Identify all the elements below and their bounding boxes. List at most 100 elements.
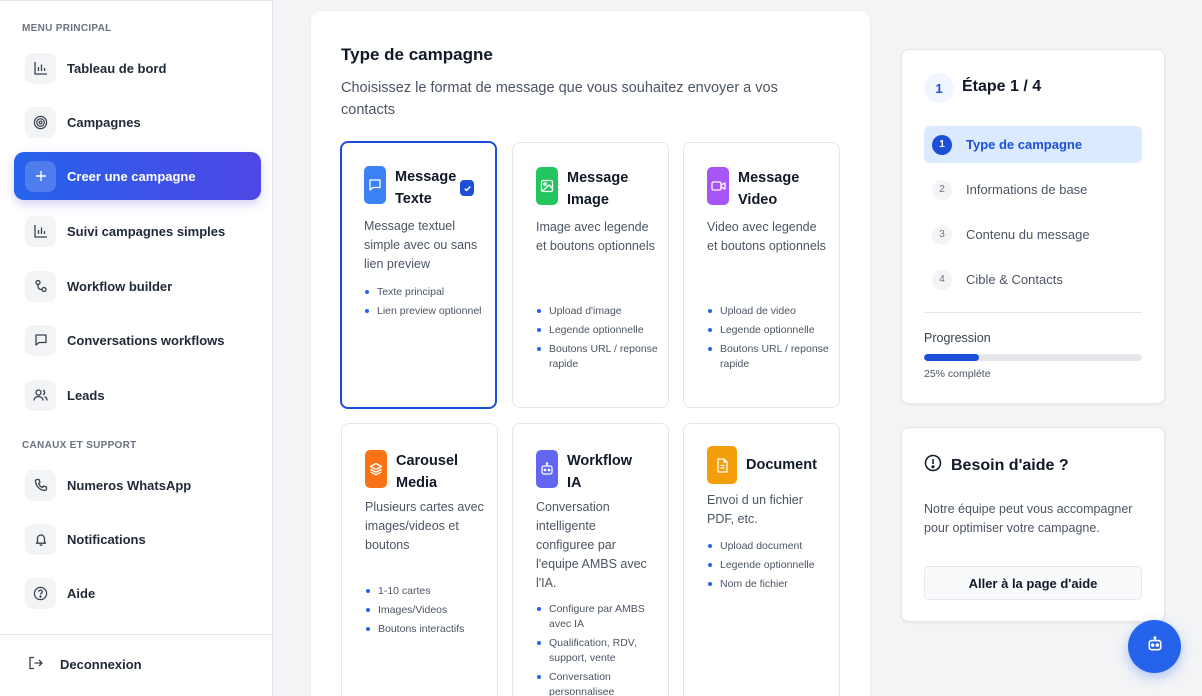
- section-label-main: MENU PRINCIPAL: [22, 23, 112, 34]
- progress-text: 25% compléte: [924, 368, 991, 380]
- bar-chart-icon: [25, 215, 56, 247]
- sidebar-item-label: Aide: [67, 585, 96, 601]
- feature-item: Nom de fichier: [707, 577, 829, 592]
- help-page-button[interactable]: Aller à la page d'aide: [924, 566, 1142, 600]
- file-icon: [707, 446, 737, 484]
- target-icon: [25, 106, 56, 138]
- feature-item: 1-10 cartes: [365, 584, 487, 599]
- feature-item: Texte principal: [364, 285, 485, 300]
- help-circle-icon: [25, 577, 56, 609]
- page-title: Type de campagne: [341, 45, 493, 64]
- option-description: Plusieurs cartes avec images/videos et b…: [365, 500, 484, 552]
- step-item-target-contacts[interactable]: 4 Cible & Contacts: [924, 261, 1142, 298]
- feature-item: Configure par AMBS avec IA: [536, 602, 658, 632]
- sidebar-item-conversations-workflows[interactable]: Conversations workflows: [14, 316, 261, 364]
- feature-item: Qualification, RDV, support, vente: [536, 636, 658, 666]
- option-features: Upload d'image Legende optionnelle Bouto…: [536, 304, 658, 376]
- sidebar-item-dashboard[interactable]: Tableau de bord: [14, 44, 261, 92]
- feature-item: Upload d'image: [536, 304, 658, 319]
- plus-icon: [25, 160, 56, 192]
- steps-title: Étape 1 / 4: [962, 78, 1042, 95]
- layers-icon: [365, 450, 387, 488]
- step-label: Cible & Contacts: [966, 272, 1063, 287]
- option-description: Video avec legende et boutons optionnels: [707, 220, 826, 253]
- sidebar-item-campaigns[interactable]: Campagnes: [14, 98, 261, 146]
- help-title: Besoin d'aide ?: [951, 456, 1069, 474]
- option-features: Upload de video Legende optionnelle Bout…: [707, 304, 829, 376]
- current-step-badge: 1: [924, 73, 954, 103]
- progress-fill: [924, 354, 979, 361]
- chat-icon: [364, 166, 386, 204]
- sidebar-item-simple-campaign-tracking[interactable]: Suivi campagnes simples: [14, 207, 261, 255]
- feature-item: Boutons interactifs: [365, 622, 487, 637]
- help-header: Besoin d'aide ?: [924, 454, 1069, 477]
- option-title: Carousel Media: [396, 453, 459, 491]
- step-label: Contenu du message: [966, 227, 1090, 242]
- option-features: Configure par AMBS avec IA Qualification…: [536, 602, 658, 696]
- sidebar-item-workflow-builder[interactable]: Workflow builder: [14, 262, 261, 310]
- sidebar-divider: [0, 634, 273, 635]
- help-text: Notre équipe peut vous accompagner pour …: [924, 502, 1133, 535]
- step-number: 2: [932, 179, 952, 200]
- phone-icon: [25, 469, 56, 501]
- steps-panel: 1 Étape 1 / 4 1 Type de campagne 2 Infor…: [901, 49, 1165, 404]
- feature-item: Upload de video: [707, 304, 829, 319]
- campaign-type-card: Type de campagne Choisissez le format de…: [311, 11, 870, 696]
- sidebar-item-create-campaign[interactable]: Creer une campagne: [14, 152, 261, 200]
- option-header: Message Video: [707, 167, 831, 211]
- option-header: Message Image: [536, 167, 660, 211]
- feature-item: Legende optionnelle: [707, 323, 829, 338]
- sidebar-item-label: Workflow builder: [67, 278, 173, 294]
- image-icon: [536, 167, 558, 205]
- option-message-image[interactable]: Message Image Image avec legende et bout…: [512, 142, 669, 408]
- sidebar-item-help[interactable]: Aide: [14, 569, 261, 617]
- sidebar-item-whatsapp-numbers[interactable]: Numeros WhatsApp: [14, 461, 261, 509]
- logout-button[interactable]: Deconnexion: [28, 656, 142, 673]
- page-subtitle: Choisissez le format de message que vous…: [341, 80, 778, 118]
- users-icon: [25, 379, 56, 411]
- video-icon: [707, 167, 729, 205]
- feature-item: Upload document: [707, 539, 829, 554]
- step-number: 1: [932, 134, 952, 155]
- progress-bar: [924, 354, 1142, 361]
- option-header: Carousel Media: [365, 450, 489, 494]
- option-message-video[interactable]: Message Video Video avec legende et bout…: [683, 142, 840, 408]
- option-features: Texte principal Lien preview optionnel: [364, 285, 485, 323]
- feature-item: Images/Videos: [365, 603, 487, 618]
- sidebar-item-leads[interactable]: Leads: [14, 371, 261, 419]
- chatbot-fab[interactable]: [1128, 620, 1181, 673]
- feature-item: Boutons URL / reponse rapide: [536, 342, 658, 372]
- step-item-message-content[interactable]: 3 Contenu du message: [924, 216, 1142, 253]
- option-header: Document: [707, 446, 831, 484]
- sidebar-item-label: Conversations workflows: [67, 332, 225, 348]
- feature-item: Legende optionnelle: [707, 558, 829, 573]
- help-panel: Besoin d'aide ? Notre équipe peut vous a…: [901, 427, 1165, 622]
- sidebar-item-notifications[interactable]: Notifications: [14, 515, 261, 563]
- logout-icon: [28, 656, 44, 673]
- section-label-channels: CANAUX ET SUPPORT: [22, 440, 137, 451]
- sidebar-item-label: Numeros WhatsApp: [67, 477, 192, 493]
- feature-item: Boutons URL / reponse rapide: [707, 342, 829, 372]
- step-item-basic-info[interactable]: 2 Informations de base: [924, 171, 1142, 208]
- alert-circle-icon: [924, 454, 942, 477]
- option-description: Image avec legende et boutons optionnels: [536, 220, 655, 253]
- sidebar-item-label: Creer une campagne: [67, 168, 196, 184]
- step-item-campaign-type[interactable]: 1 Type de campagne: [924, 126, 1142, 163]
- option-workflow-ia[interactable]: Workflow IA Conversation intelligente co…: [512, 423, 669, 696]
- option-message-text[interactable]: Message Texte Message textuel simple ave…: [340, 141, 497, 409]
- step-label: Informations de base: [966, 182, 1088, 197]
- bell-icon: [25, 523, 56, 555]
- feature-item: Conversation personnalisee: [536, 670, 658, 696]
- option-header: Workflow IA: [536, 450, 660, 494]
- option-title: Workflow IA: [567, 453, 632, 491]
- panel-divider: [924, 312, 1142, 313]
- step-label: Type de campagne: [966, 137, 1083, 152]
- option-features: Upload document Legende optionnelle Nom …: [707, 539, 829, 596]
- step-number: 4: [932, 269, 952, 290]
- bot-icon: [536, 450, 558, 488]
- sidebar-item-label: Campagnes: [67, 114, 141, 130]
- option-document[interactable]: Document Envoi d un fichier PDF, etc. Up…: [683, 423, 840, 696]
- check-icon: [460, 180, 474, 196]
- option-carousel-media[interactable]: Carousel Media Plusieurs cartes avec ima…: [341, 423, 498, 696]
- option-features: 1-10 cartes Images/Videos Boutons intera…: [365, 584, 487, 641]
